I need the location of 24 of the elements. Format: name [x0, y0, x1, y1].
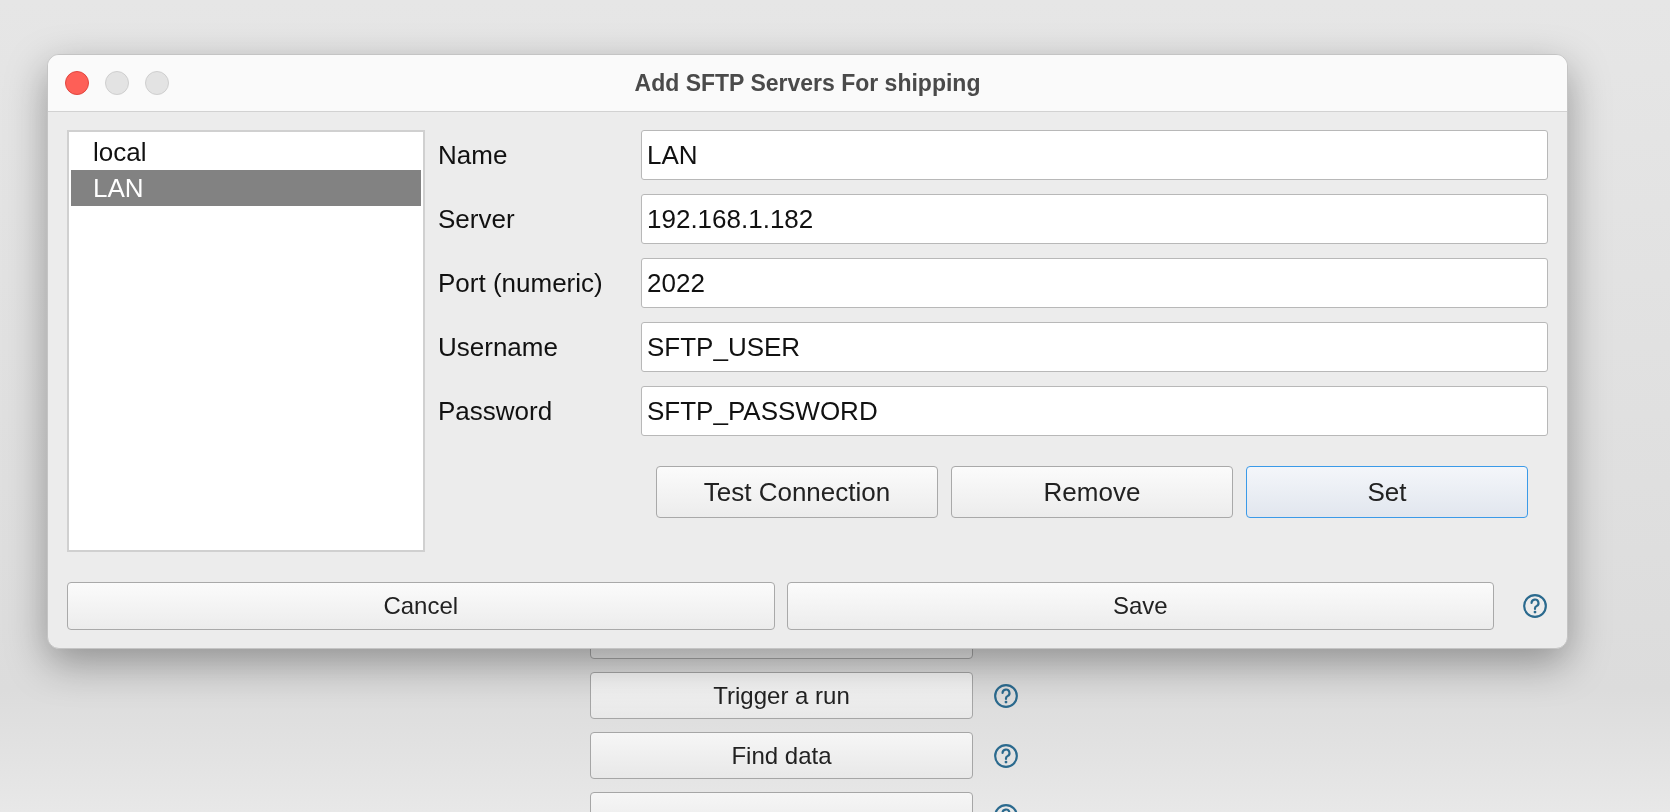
input-field[interactable]: 192.168.1.182: [641, 194, 1548, 244]
button[interactable]: Set: [1246, 466, 1528, 518]
button[interactable]: Save: [786, 582, 1494, 630]
button[interactable]: Find data: [590, 732, 973, 779]
help-icon[interactable]: [993, 682, 1019, 709]
button[interactable]: Trigger a run: [590, 672, 973, 719]
field-label: Name: [438, 139, 509, 171]
field-label: Server: [438, 203, 516, 235]
input-field[interactable]: 2022: [641, 258, 1548, 308]
field-label: Password: [438, 395, 554, 427]
help-icon[interactable]: [1522, 593, 1548, 619]
field-label: Port (numeric): [438, 267, 604, 299]
button[interactable]: Test Connection: [656, 466, 938, 518]
input-field[interactable]: SFTP_USER: [641, 322, 1548, 372]
button[interactable]: Remove: [951, 466, 1233, 518]
close-icon[interactable]: [65, 71, 89, 95]
list-item[interactable]: local: [71, 134, 421, 170]
input-field[interactable]: SFTP_PASSWORD: [641, 386, 1548, 436]
help-icon[interactable]: [993, 742, 1019, 769]
button[interactable]: Cancel: [67, 582, 775, 630]
input-field[interactable]: LAN: [641, 130, 1548, 180]
window-title: Add SFTP Servers For shipping: [634, 69, 981, 97]
list-item[interactable]: LAN: [71, 170, 421, 206]
field-label: Username: [438, 331, 559, 363]
